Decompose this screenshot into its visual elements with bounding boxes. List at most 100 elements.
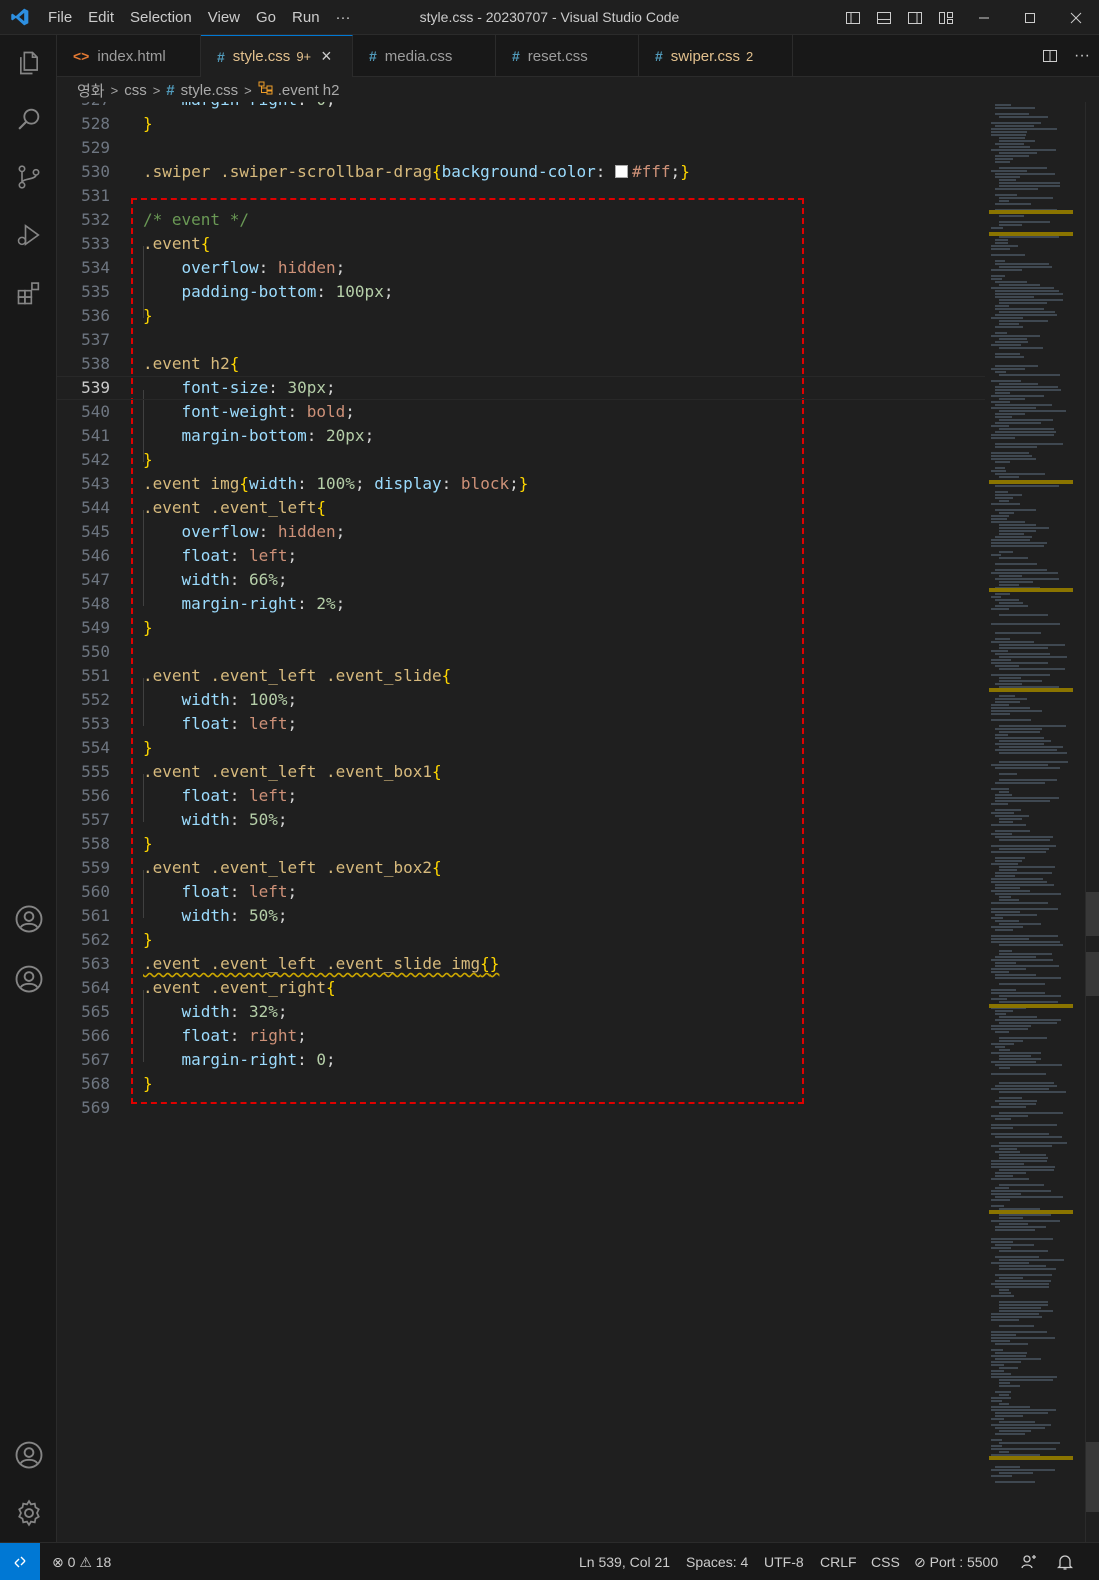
code-line[interactable]: 530 .swiper .swiper-scrollbar-drag{backgr… [57, 160, 985, 184]
code-line[interactable]: 556 float: left; [57, 784, 985, 808]
minimap-line [999, 1292, 1011, 1294]
code-line[interactable]: 561 width: 50%; [57, 904, 985, 928]
account-3-icon[interactable] [0, 1431, 57, 1479]
line-number: 530 [81, 162, 110, 181]
breadcrumb-folder[interactable]: 영화 [77, 80, 105, 101]
code-line[interactable]: 557 width: 50%; [57, 808, 985, 832]
minimap-line [991, 1445, 1002, 1447]
code-line[interactable]: 558} [57, 832, 985, 856]
code-editor[interactable]: 527 margin-right: 0;528}529530.swiper .s… [57, 102, 985, 1542]
code-line[interactable]: 537 [57, 328, 985, 352]
accounts-icon[interactable] [0, 895, 57, 943]
tab-reset-css[interactable]: # reset.css [496, 35, 639, 77]
code-line[interactable]: 555 .event .event_left .event_box1{ [57, 760, 985, 784]
code-line[interactable]: 547 width: 66%; [57, 568, 985, 592]
feedback-icon[interactable] [1020, 1543, 1038, 1580]
end-of-line[interactable]: CRLF [820, 1543, 857, 1580]
code-line[interactable]: 543 .event img{width: 100%; display: bloc… [57, 472, 985, 496]
code-line[interactable]: 563 .event .event_left .event_slide img{} [57, 952, 985, 976]
menu-view[interactable]: View [200, 0, 248, 35]
explorer-icon[interactable] [0, 39, 57, 87]
code-line[interactable]: 564 .event .event_right{ [57, 976, 985, 1000]
menu-selection[interactable]: Selection [122, 0, 200, 35]
code-line[interactable]: 546 float: left; [57, 544, 985, 568]
code-line[interactable]: 550 [57, 640, 985, 664]
code-line[interactable]: 532 /* event */ [57, 208, 985, 232]
split-editor-icon[interactable] [1034, 39, 1065, 74]
code-line[interactable]: 544 .event .event_left{ [57, 496, 985, 520]
code-line[interactable]: 538 .event h2{ [57, 352, 985, 376]
run-debug-icon[interactable] [0, 211, 57, 259]
tab-media-css[interactable]: # media.css [353, 35, 496, 77]
code-line[interactable]: 569 [57, 1096, 985, 1120]
code-line[interactable]: 560 float: left; [57, 880, 985, 904]
account-2-icon[interactable] [0, 955, 57, 1003]
code-line[interactable]: 540 font-weight: bold; [57, 400, 985, 424]
menu-edit[interactable]: Edit [80, 0, 122, 35]
notifications-bell-icon[interactable] [1056, 1543, 1074, 1580]
code-line[interactable]: 562} [57, 928, 985, 952]
minimap[interactable] [985, 102, 1085, 1542]
more-actions-icon[interactable]: ··· [1065, 39, 1099, 74]
code-line[interactable]: 548 margin-right: 2%; [57, 592, 985, 616]
breadcrumb-folder[interactable]: css [124, 82, 147, 99]
code-line[interactable]: 528} [57, 112, 985, 136]
menu-go[interactable]: Go [248, 0, 284, 35]
scrollbar-thumb[interactable] [1086, 892, 1099, 936]
code-line[interactable]: 567 margin-right: 0; [57, 1048, 985, 1072]
code-line[interactable]: 539 font-size: 30px; [57, 376, 985, 400]
breadcrumb-file[interactable]: style.css [181, 82, 239, 99]
language-mode[interactable]: CSS [871, 1543, 900, 1580]
vertical-scrollbar[interactable] [1085, 102, 1099, 1542]
code-line[interactable]: 549} [57, 616, 985, 640]
code-line[interactable]: 534 overflow: hidden; [57, 256, 985, 280]
close-tab-icon[interactable]: × [321, 46, 332, 67]
search-icon[interactable] [0, 95, 57, 143]
code-line[interactable]: 568} [57, 1072, 985, 1096]
menu-run[interactable]: Run [284, 0, 328, 35]
live-server-port[interactable]: ⊘ Port : 5500 [914, 1543, 998, 1580]
code-line[interactable]: 565 width: 32%; [57, 1000, 985, 1024]
color-swatch[interactable] [615, 165, 629, 178]
minimize-icon[interactable] [961, 0, 1007, 35]
code-line[interactable]: 551 .event .event_left .event_slide{ [57, 664, 985, 688]
minimap-line [991, 911, 1020, 913]
code-line[interactable]: 536} [57, 304, 985, 328]
code-line[interactable]: 554} [57, 736, 985, 760]
code-line[interactable]: 542} [57, 448, 985, 472]
remote-indicator-icon[interactable] [0, 1543, 40, 1580]
encoding[interactable]: UTF-8 [764, 1543, 804, 1580]
extensions-icon[interactable] [0, 269, 57, 317]
code-line[interactable]: 531 [57, 184, 985, 208]
code-line[interactable]: 545 overflow: hidden; [57, 520, 985, 544]
code-line[interactable]: 527 margin-right: 0; [57, 102, 985, 112]
customize-layout-icon[interactable] [930, 0, 961, 35]
code-line[interactable]: 535 padding-bottom: 100px; [57, 280, 985, 304]
settings-gear-icon[interactable] [0, 1489, 57, 1537]
toggle-secondary-sidebar-icon[interactable] [899, 0, 930, 35]
code-line[interactable]: 552 width: 100%; [57, 688, 985, 712]
toggle-primary-sidebar-icon[interactable] [837, 0, 868, 35]
indentation[interactable]: Spaces: 4 [686, 1543, 748, 1580]
menu-more[interactable]: ··· [328, 0, 359, 35]
breadcrumb-symbol[interactable]: .event h2 [278, 82, 340, 99]
vscode-logo-icon[interactable] [0, 0, 40, 35]
scrollbar-thumb[interactable] [1086, 1442, 1099, 1512]
code-line[interactable]: 529 [57, 136, 985, 160]
close-window-icon[interactable] [1053, 0, 1099, 35]
code-line[interactable]: 541 margin-bottom: 20px; [57, 424, 985, 448]
code-line[interactable]: 566 float: right; [57, 1024, 985, 1048]
maximize-icon[interactable] [1007, 0, 1053, 35]
tab-swiper-css[interactable]: # swiper.css 2 [639, 35, 793, 77]
problems-indicator[interactable]: ⊗ 0 ⚠ 18 [52, 1543, 111, 1580]
code-line[interactable]: 553 float: left; [57, 712, 985, 736]
menu-file[interactable]: File [40, 0, 80, 35]
code-line[interactable]: 559 .event .event_left .event_box2{ [57, 856, 985, 880]
cursor-position[interactable]: Ln 539, Col 21 [579, 1543, 670, 1580]
toggle-panel-icon[interactable] [868, 0, 899, 35]
source-control-icon[interactable] [0, 153, 57, 201]
code-line[interactable]: 533 .event{ [57, 232, 985, 256]
tab-index-html[interactable]: <> index.html [57, 35, 201, 77]
tab-style-css[interactable]: # style.css 9+ × [201, 35, 353, 77]
scrollbar-thumb[interactable] [1086, 952, 1099, 996]
